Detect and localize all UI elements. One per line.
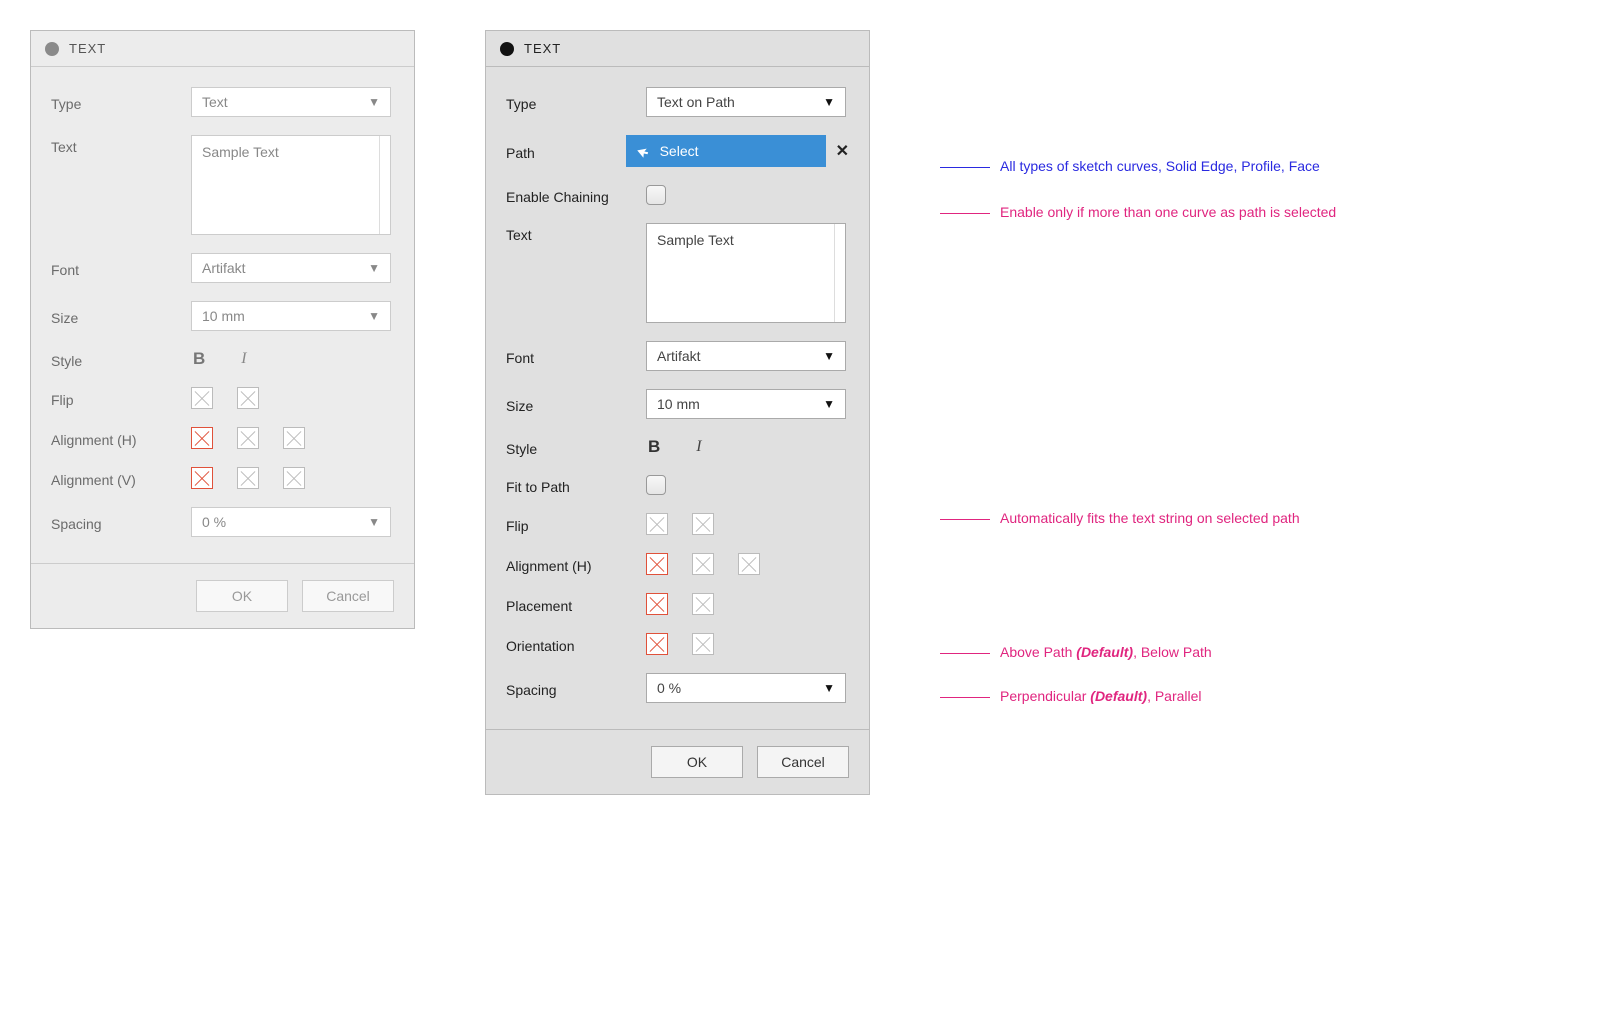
flip-label: Flip xyxy=(51,388,191,408)
caret-down-icon: ▼ xyxy=(368,515,380,529)
size-dropdown[interactable]: 10 mm ▼ xyxy=(646,389,846,419)
text-value: Sample Text xyxy=(202,144,279,160)
text-label: Text xyxy=(506,223,646,243)
chaining-label: Enable Chaining xyxy=(506,185,646,205)
alignh-label: Alignment (H) xyxy=(51,428,191,448)
placement-above-icon[interactable] xyxy=(646,593,668,615)
path-label: Path xyxy=(506,141,626,161)
flip-horizontal-icon[interactable] xyxy=(191,387,213,409)
annotation-column: All types of sketch curves, Solid Edge, … xyxy=(940,30,1460,144)
text-panel-path: TEXT Type Text on Path ▼ Path Select xyxy=(485,30,870,795)
cancel-button[interactable]: Cancel xyxy=(302,580,394,612)
type-label: Type xyxy=(51,92,191,112)
annotation-orientation: Perpendicular (Default), Parallel xyxy=(940,688,1202,704)
text-textarea[interactable]: Sample Text xyxy=(191,135,391,235)
type-value: Text xyxy=(202,94,228,110)
placement-below-icon[interactable] xyxy=(692,593,714,615)
alignv-label: Alignment (V) xyxy=(51,468,191,488)
caret-down-icon: ▼ xyxy=(368,95,380,109)
orientation-parallel-icon[interactable] xyxy=(692,633,714,655)
valign-top-icon[interactable] xyxy=(191,467,213,489)
spacing-label: Spacing xyxy=(506,678,646,698)
spacing-value: 0 % xyxy=(202,514,226,530)
type-dropdown[interactable]: Text ▼ xyxy=(191,87,391,117)
align-left-icon[interactable] xyxy=(191,427,213,449)
clear-selection-icon[interactable]: ✕ xyxy=(836,141,849,161)
caret-down-icon: ▼ xyxy=(368,261,380,275)
valign-middle-icon[interactable] xyxy=(237,467,259,489)
align-right-icon[interactable] xyxy=(283,427,305,449)
style-label: Style xyxy=(51,349,191,369)
orientation-perpendicular-icon[interactable] xyxy=(646,633,668,655)
alignh-label: Alignment (H) xyxy=(506,554,646,574)
caret-down-icon: ▼ xyxy=(368,309,380,323)
flip-label: Flip xyxy=(506,514,646,534)
bold-toggle[interactable]: B xyxy=(193,349,205,369)
style-label: Style xyxy=(506,437,646,457)
ok-button[interactable]: OK xyxy=(196,580,288,612)
cursor-icon xyxy=(635,143,652,160)
placement-label: Placement xyxy=(506,594,646,614)
header-dot-icon xyxy=(45,42,59,56)
caret-down-icon: ▼ xyxy=(823,397,835,411)
type-value: Text on Path xyxy=(657,94,735,110)
font-value: Artifakt xyxy=(657,348,701,364)
font-label: Font xyxy=(506,346,646,366)
caret-down-icon: ▼ xyxy=(823,349,835,363)
italic-toggle[interactable]: I xyxy=(241,350,246,368)
font-dropdown[interactable]: Artifakt ▼ xyxy=(646,341,846,371)
fit-label: Fit to Path xyxy=(506,475,646,495)
orientation-label: Orientation xyxy=(506,634,646,654)
spacing-dropdown[interactable]: 0 % ▼ xyxy=(646,673,846,703)
type-label: Type xyxy=(506,92,646,112)
size-value: 10 mm xyxy=(657,396,700,412)
bold-toggle[interactable]: B xyxy=(648,437,660,457)
select-label: Select xyxy=(660,143,699,159)
enable-chaining-checkbox[interactable] xyxy=(646,185,666,205)
flip-vertical-icon[interactable] xyxy=(692,513,714,535)
type-dropdown[interactable]: Text on Path ▼ xyxy=(646,87,846,117)
text-value: Sample Text xyxy=(657,232,734,248)
font-value: Artifakt xyxy=(202,260,246,276)
header-dot-icon xyxy=(500,42,514,56)
panel-title: TEXT xyxy=(524,41,561,56)
annotation-placement: Above Path (Default), Below Path xyxy=(940,644,1212,660)
ok-button[interactable]: OK xyxy=(651,746,743,778)
panel-title: TEXT xyxy=(69,41,106,56)
panel-header: TEXT xyxy=(31,31,414,67)
align-left-icon[interactable] xyxy=(646,553,668,575)
flip-vertical-icon[interactable] xyxy=(237,387,259,409)
panel-header: TEXT xyxy=(486,31,869,67)
annotation-path: All types of sketch curves, Solid Edge, … xyxy=(940,158,1320,174)
annotation-fit: Automatically fits the text string on se… xyxy=(940,510,1300,526)
valign-bottom-icon[interactable] xyxy=(283,467,305,489)
fit-to-path-checkbox[interactable] xyxy=(646,475,666,495)
text-panel-basic: TEXT Type Text ▼ Text Sample Text xyxy=(30,30,415,629)
spacing-label: Spacing xyxy=(51,512,191,532)
align-center-icon[interactable] xyxy=(237,427,259,449)
select-path-button[interactable]: Select xyxy=(626,135,826,167)
size-label: Size xyxy=(506,394,646,414)
size-label: Size xyxy=(51,306,191,326)
flip-horizontal-icon[interactable] xyxy=(646,513,668,535)
caret-down-icon: ▼ xyxy=(823,95,835,109)
size-dropdown[interactable]: 10 mm ▼ xyxy=(191,301,391,331)
spacing-dropdown[interactable]: 0 % ▼ xyxy=(191,507,391,537)
italic-toggle[interactable]: I xyxy=(696,438,701,456)
font-label: Font xyxy=(51,258,191,278)
font-dropdown[interactable]: Artifakt ▼ xyxy=(191,253,391,283)
size-value: 10 mm xyxy=(202,308,245,324)
text-textarea[interactable]: Sample Text xyxy=(646,223,846,323)
align-center-icon[interactable] xyxy=(692,553,714,575)
spacing-value: 0 % xyxy=(657,680,681,696)
align-right-icon[interactable] xyxy=(738,553,760,575)
annotation-chaining: Enable only if more than one curve as pa… xyxy=(940,204,1336,220)
caret-down-icon: ▼ xyxy=(823,681,835,695)
text-label: Text xyxy=(51,135,191,155)
cancel-button[interactable]: Cancel xyxy=(757,746,849,778)
